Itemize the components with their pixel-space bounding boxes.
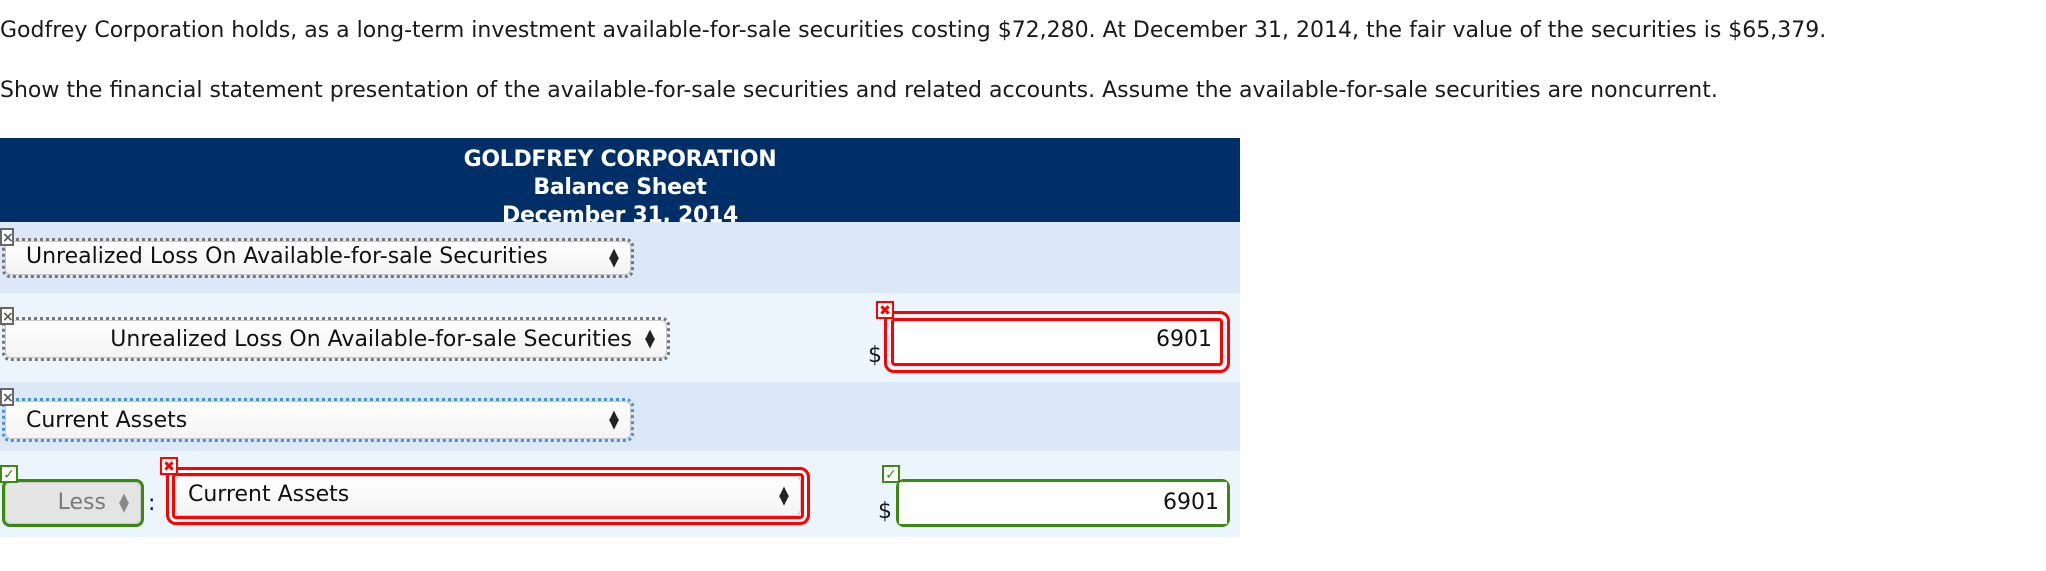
account-select[interactable]: Current Assets ▲ ▼ [175, 476, 801, 516]
account-select[interactable]: Current Assets ▲ ▼ [5, 401, 631, 439]
select-arrows-icon: ▲ ▼ [609, 408, 619, 432]
table-row: × Unrealized Loss On Available-for-sale … [0, 293, 1240, 382]
table-row: × Current Assets ▲ ▼ [0, 382, 1240, 451]
amount-input[interactable]: 6901 [891, 318, 1223, 366]
statement-title: Balance Sheet [533, 175, 707, 200]
balance-sheet: GOLDFREY CORPORATION Balance Sheet Decem… [0, 138, 1240, 537]
amount-input-wrap[interactable]: 6901 [884, 311, 1230, 373]
modifier-select-value: Less [57, 490, 106, 515]
account-select-value: Unrealized Loss On Available-for-sale Se… [26, 244, 548, 269]
neutral-x-icon: × [0, 228, 14, 246]
currency-symbol: $ [878, 499, 892, 524]
table-row: × Unrealized Loss On Available-for-sale … [0, 222, 1240, 293]
problem-statement: Godfrey Corporation holds, as a long-ter… [0, 18, 1827, 43]
account-select-wrap[interactable]: Unrealized Loss On Available-for-sale Se… [2, 317, 670, 361]
account-select-wrap[interactable]: Current Assets ▲ ▼ [166, 467, 810, 525]
amount-input-wrap[interactable]: 6901 [896, 479, 1230, 527]
account-select-value: Unrealized Loss On Available-for-sale Se… [110, 327, 632, 352]
currency-symbol: $ [868, 343, 882, 368]
account-select[interactable]: Unrealized Loss On Available-for-sale Se… [5, 241, 631, 275]
account-select-wrap[interactable]: Current Assets ▲ ▼ [2, 398, 634, 442]
select-arrows-icon: ▲ ▼ [645, 327, 655, 351]
incorrect-x-icon: ✖ [876, 301, 894, 319]
neutral-x-icon: × [0, 388, 14, 406]
correct-check-icon: ✓ [0, 465, 18, 483]
balance-sheet-header: GOLDFREY CORPORATION Balance Sheet Decem… [0, 138, 1240, 228]
account-select-value: Current Assets [188, 482, 350, 507]
amount-input[interactable]: 6901 [899, 482, 1227, 524]
separator: : [148, 491, 156, 516]
incorrect-x-icon: ✖ [160, 457, 178, 475]
company-name: GOLDFREY CORPORATION [463, 147, 777, 172]
select-arrows-icon: ▲ ▼ [609, 246, 619, 270]
table-row: ✓ Less ▲ ▼ : ✖ Current Assets ▲ ▼ $ ✓ 6901 [0, 451, 1240, 537]
account-select-value: Current Assets [26, 408, 188, 433]
account-select[interactable]: Unrealized Loss On Available-for-sale Se… [5, 320, 667, 358]
account-select-wrap[interactable]: Unrealized Loss On Available-for-sale Se… [2, 238, 634, 278]
neutral-x-icon: × [0, 307, 14, 325]
correct-check-icon: ✓ [882, 465, 900, 483]
select-arrows-icon: ▲ ▼ [119, 491, 129, 515]
instructions: Show the financial statement presentatio… [0, 78, 1718, 103]
modifier-select[interactable]: Less ▲ ▼ [5, 482, 141, 524]
modifier-select-wrap[interactable]: Less ▲ ▼ [2, 479, 144, 527]
select-arrows-icon: ▲ ▼ [779, 484, 789, 508]
